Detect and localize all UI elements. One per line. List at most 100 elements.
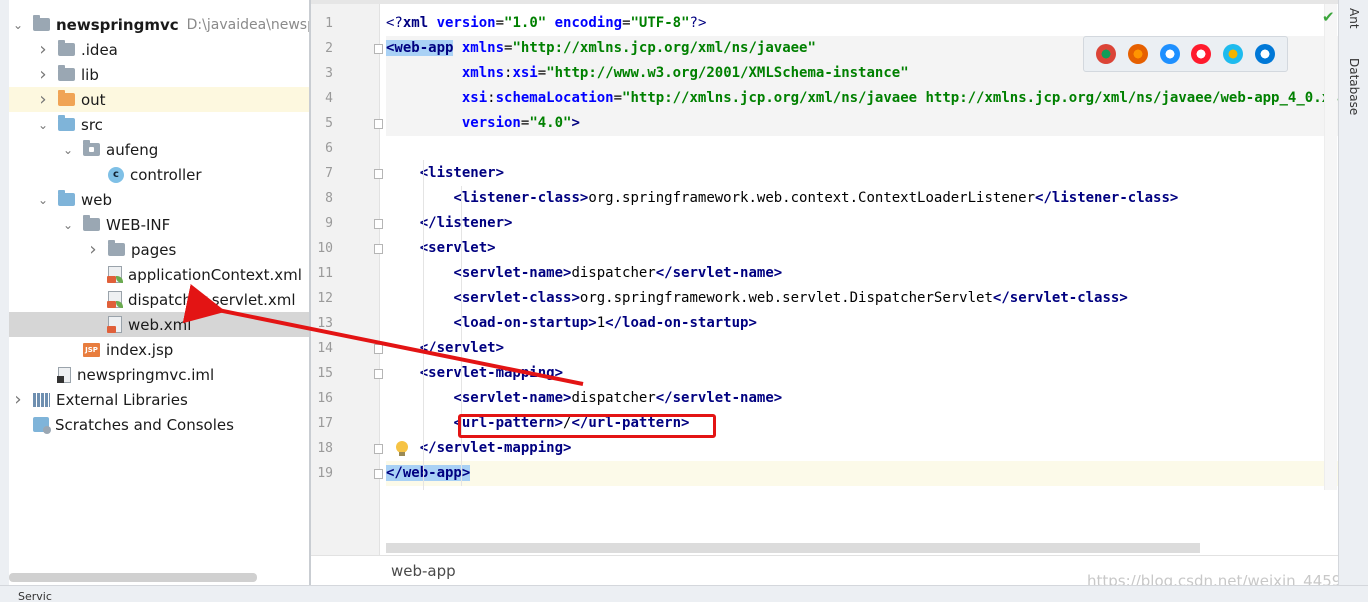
tree-item[interactable]: applicationContext.xml [9,262,309,287]
code-token: > [773,265,783,281]
tree-item[interactable]: JSP index.jsp [9,337,309,362]
code-token: <servlet-name [453,390,564,406]
intention-bulb-icon[interactable] [395,441,409,457]
chevron-right-icon[interactable]: › [38,65,48,83]
fold-marker-icon[interactable] [374,444,383,454]
tree-item[interactable]: ⌄ WEB-INF [9,212,309,237]
fold-marker-icon[interactable] [374,44,383,54]
tree-item[interactable]: › pages [9,237,309,262]
code-line[interactable]: <servlet> [420,236,496,261]
code-token: dispatcher [571,390,656,406]
code-line[interactable]: <servlet-name>dispatcher</servlet-name> [453,386,782,411]
safari-icon[interactable] [1159,44,1180,64]
code-line[interactable]: <servlet-name>dispatcher</servlet-name> [453,261,782,286]
fold-marker-icon[interactable] [374,469,383,479]
chevron-down-icon[interactable]: ⌄ [63,219,73,231]
code-line[interactable]: </listener> [420,211,513,236]
code-line[interactable]: <servlet-class>org.springframework.web.s… [453,286,1127,311]
breadcrumb[interactable]: web-app [391,562,456,580]
tree-item-label: src [81,115,103,134]
tree-item[interactable]: › lib [9,62,309,87]
inspection-ok-icon[interactable]: ✔ [1322,8,1335,26]
tree-item[interactable]: ⌄ web [9,187,309,212]
services-tab[interactable]: Servic [18,590,52,603]
fold-marker-icon[interactable] [374,244,383,254]
tree-item[interactable]: dispatcher-servlet.xml [9,287,309,312]
chevron-right-icon[interactable]: › [13,390,23,408]
database-panel-tab[interactable]: Database [1347,58,1361,115]
chevron-right-icon[interactable]: › [38,40,48,58]
editor-horizontal-scrollbar[interactable] [386,543,1200,553]
code-line[interactable]: <servlet-mapping> [420,361,563,386]
project-horizontal-scrollbar[interactable] [9,573,257,582]
chrome-icon[interactable] [1095,44,1116,64]
code-token: org.springframework.web.servlet.Dispatch… [579,290,993,306]
tree-item-label: External Libraries [56,390,188,409]
ie-icon[interactable] [1223,44,1244,64]
tree-item-label: lib [81,65,99,84]
code-line[interactable]: <load-on-startup>1</load-on-startup> [453,311,756,336]
chevron-down-icon[interactable]: ⌄ [13,19,23,31]
tree-item[interactable]: › out [9,87,309,112]
fold-marker-icon[interactable] [374,344,383,354]
project-tree[interactable]: ⌄ newspringmvc D:\javaidea\newsp › .idea › lib… [9,0,309,585]
code-token: <servlet-mapping [419,365,555,381]
code-token: <servlet [419,240,488,256]
fold-marker-icon[interactable] [374,369,383,379]
code-token: </listener-class [1035,190,1170,206]
tree-item[interactable]: newspringmvc.iml [9,362,309,387]
code-line[interactable]: <listener-class > org.springframework.web.… [453,186,1178,211]
code-token: "http://xmlns.jcp.org/xml/ns/javaee" [512,40,816,56]
code-token: > [504,215,513,231]
editor-tab-strip[interactable] [311,0,1338,4]
tree-item[interactable]: Scratches and Consoles [9,412,309,437]
code-token: version [436,15,496,31]
chevron-right-icon[interactable]: › [38,90,48,108]
chevron-down-icon[interactable]: ⌄ [63,144,73,156]
code-editor[interactable]: 1 2 3 4 5 6 7 8 9 10 11 12 13 14 15 16 17 18 19 <?xml vers… [311,0,1338,585]
code-line[interactable]: xsi:schemaLocation="http://xmlns.jcp.org… [462,86,1338,111]
tree-item[interactable]: ⌄ newspringmvc D:\javaidea\newsp [9,12,309,37]
opera-icon[interactable] [1191,44,1212,64]
editor-vertical-scrollbar[interactable] [1324,0,1337,490]
chevron-down-icon[interactable]: ⌄ [38,119,48,131]
code-token: > [563,440,572,456]
indent-guide [423,160,424,490]
code-token: xsi [512,65,538,81]
source-folder-icon [58,115,75,131]
code-line[interactable]: <listener> [420,161,504,186]
tree-item[interactable]: ⌄ aufeng [9,137,309,162]
code-line[interactable]: </web-app> [386,461,471,486]
line-number: 2 [325,41,333,56]
code-token: <load-on-startup [453,315,589,331]
tree-item-label: Scratches and Consoles [55,415,234,434]
code-token: 1 [596,315,606,331]
code-line[interactable]: </servlet-mapping> [420,436,572,461]
fold-marker-icon[interactable] [374,119,383,129]
tree-item-label: web.xml [128,315,192,334]
line-number-gutter[interactable]: 1 2 3 4 5 6 7 8 9 10 11 12 13 14 15 16 17 18 19 [311,0,383,555]
code-line[interactable]: <?xml version="1.0" encoding="UTF-8"?> [386,11,706,36]
code-token: org.springframework.web.context.ContextL… [588,190,1036,206]
code-line[interactable]: version="4.0"> [462,111,580,136]
ant-panel-tab[interactable]: Ant [1347,8,1361,29]
tree-item[interactable]: web.xml [9,312,309,337]
tree-item[interactable]: c controller [9,162,309,187]
tree-item[interactable]: ⌄ src [9,112,309,137]
edge-icon[interactable] [1255,44,1276,64]
line-number: 11 [317,266,333,281]
fold-marker-icon[interactable] [374,169,383,179]
tree-item[interactable]: › .idea [9,37,309,62]
jsp-icon: JSP [83,342,100,357]
fold-marker-icon[interactable] [374,219,383,229]
line-number: 13 [317,316,333,331]
browser-preview-popup[interactable] [1083,36,1288,72]
firefox-icon[interactable] [1127,44,1148,64]
tree-item[interactable]: › External Libraries [9,387,309,412]
code-line[interactable]: xmlns:xsi="http://www.w3.org/2001/XMLSch… [462,61,909,86]
chevron-right-icon[interactable]: › [88,240,98,258]
code-area[interactable]: <?xml version="1.0" encoding="UTF-8"?> <w… [386,0,1338,555]
chevron-down-icon[interactable]: ⌄ [38,194,48,206]
code-line[interactable]: <web-app xmlns="http://xmlns.jcp.org/xml… [386,36,816,61]
